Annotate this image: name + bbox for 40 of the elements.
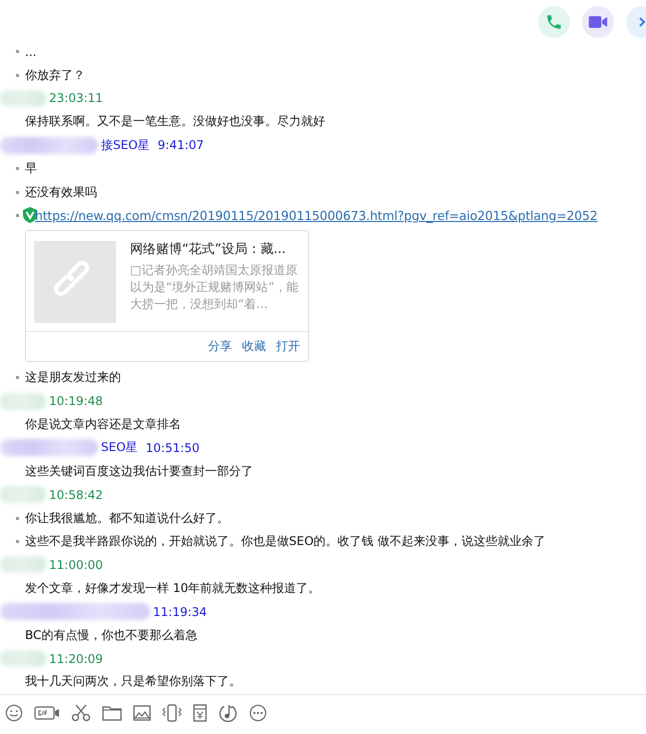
message-text: 还没有效果吗 bbox=[25, 184, 97, 201]
card-action-link[interactable]: 分享 bbox=[208, 338, 232, 356]
message-text: 这些不是我半路跟你说的，开始就说了。你也是做SEO的。收了钱 做不起来没事，说这些就业余了 bbox=[25, 533, 546, 550]
message-time: 11:19:34 bbox=[153, 604, 207, 619]
message-link[interactable]: https://new.qq.com/cmsn/20190115/20190115000673.html?pgv_ref=aio2015&ptlang=2052 bbox=[35, 208, 598, 223]
message-time: 23:03:11 bbox=[49, 91, 103, 106]
link-preview-card[interactable]: 网络赌博“花式”设局：藏... □记者孙亮全胡靖国太原报道原以为是“境外正规赌博网站”，能大捞一把，没想到却“着... 分享 收藏 打开 bbox=[25, 230, 309, 362]
message-text: 这些关键词百度这边我估计要查封一部分了 bbox=[25, 462, 253, 480]
blurred-name bbox=[0, 556, 46, 574]
message-text: 你是说文章内容还是文章排名 bbox=[25, 416, 181, 434]
message-text: BC的有点慢，你也不要那么着急 bbox=[25, 626, 198, 644]
blurred-name bbox=[0, 650, 46, 667]
video-call-button[interactable] bbox=[582, 6, 614, 38]
message-text: 你放弃了？ bbox=[25, 66, 85, 84]
blurred-name bbox=[0, 90, 46, 107]
blurred-name bbox=[0, 392, 46, 410]
message-text: 早 bbox=[25, 160, 37, 178]
message-text: 这是朋友发过来的 bbox=[25, 369, 121, 386]
card-action-link[interactable]: 收藏 bbox=[242, 338, 266, 356]
message-time: 11:00:00 bbox=[49, 558, 103, 572]
message-time: 10:19:48 bbox=[49, 394, 103, 408]
phone-icon bbox=[545, 13, 563, 31]
message-text: ... bbox=[25, 44, 36, 59]
message-time: 9:41:07 bbox=[158, 138, 204, 152]
article-title: 网络赌博“花式”设局：藏... bbox=[130, 241, 287, 260]
shield-check-icon bbox=[23, 207, 37, 224]
message-text: 你让我很尴尬。都不知道说什么好了。 bbox=[25, 510, 229, 527]
sender-name: SEO星 bbox=[101, 439, 138, 456]
message-text: 我十几天问两次，只是希望你别落下了。 bbox=[25, 673, 241, 690]
card-action-link[interactable]: 打开 bbox=[276, 338, 300, 356]
blurred-name bbox=[0, 486, 46, 504]
message-text: 发个文章，好像才发现一样 10年前就无数这种报道了。 bbox=[25, 580, 320, 597]
message-time: 10:51:50 bbox=[146, 440, 200, 455]
message-text: 保持联系啊。又不是一笔生意。没做好也没事。尽力就好 bbox=[25, 113, 325, 130]
article-summary: □记者孙亮全胡靖国太原报道原以为是“境外正规赌博网站”，能大捞一把，没想到却“着... bbox=[130, 262, 300, 314]
message-time: 11:20:09 bbox=[49, 652, 103, 666]
message-time: 10:58:42 bbox=[49, 488, 103, 502]
voice-call-button[interactable] bbox=[538, 6, 570, 38]
video-camera-icon bbox=[588, 14, 608, 30]
sender-name: 接SEO星 bbox=[101, 136, 150, 154]
